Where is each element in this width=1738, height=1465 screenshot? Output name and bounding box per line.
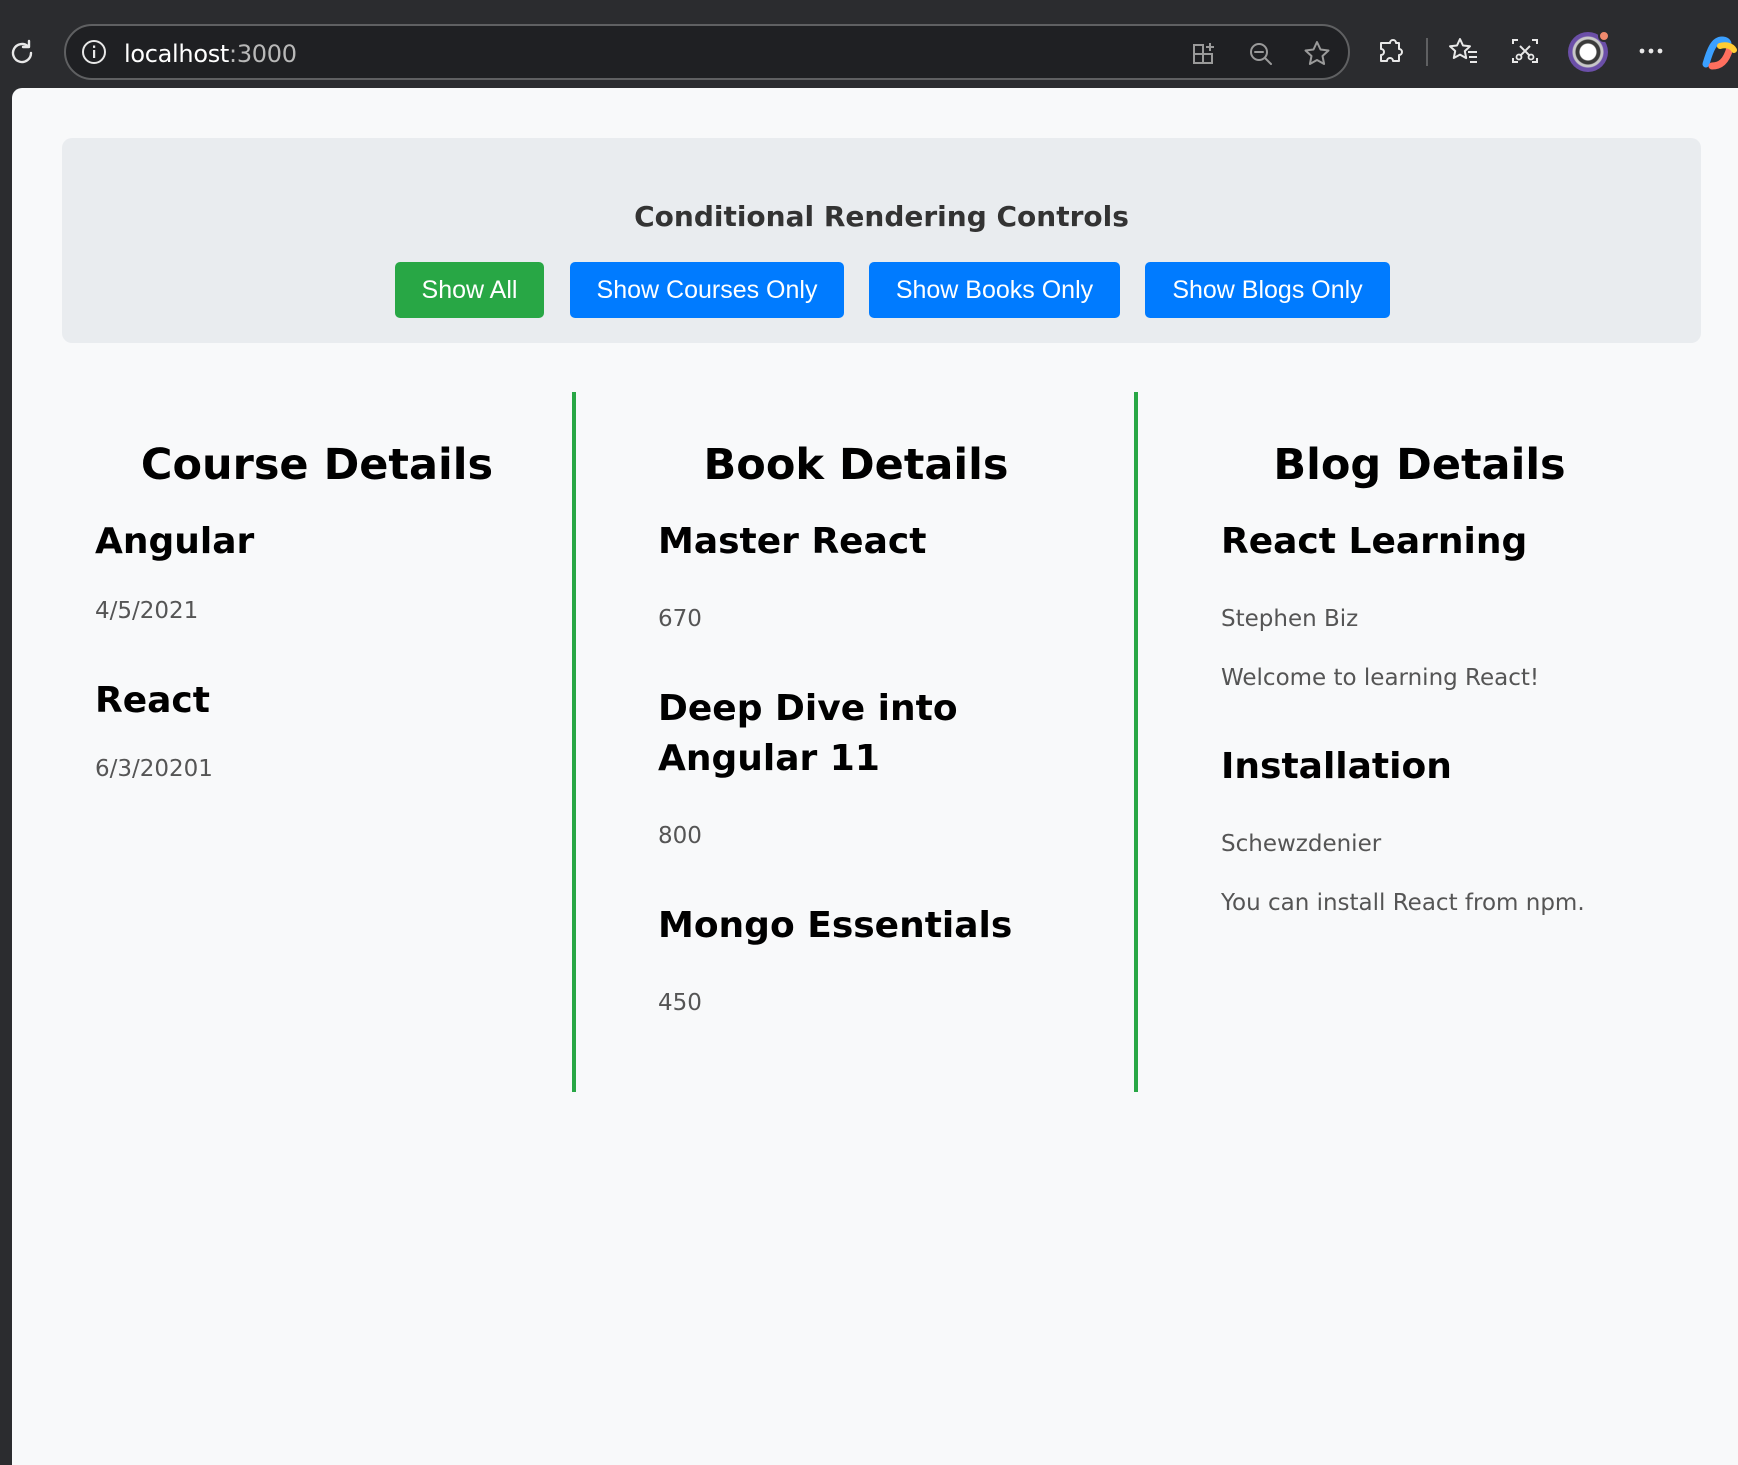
book-name: Deep Dive into Angular 11 [658, 688, 958, 779]
book-price: 800 [658, 823, 702, 849]
blog-title: React Learning [1221, 521, 1528, 562]
favorites-icon[interactable] [1446, 34, 1480, 68]
blog-title: Installation [1221, 746, 1452, 787]
show-books-only-button[interactable]: Show Books Only [869, 262, 1120, 318]
book-price: 450 [658, 990, 702, 1016]
browser-toolbar: localhost:3000 [0, 0, 1738, 88]
controls-panel: Conditional Rendering Controls Show All … [62, 138, 1701, 343]
zoom-out-icon[interactable] [1246, 39, 1276, 69]
extensions-icon[interactable] [1374, 34, 1408, 68]
toolbar-separator [1426, 38, 1428, 66]
copilot-icon[interactable] [1700, 34, 1738, 72]
favorite-star-icon[interactable] [1302, 39, 1332, 69]
book-name: Mongo Essentials [658, 905, 1013, 946]
app-available-icon[interactable] [1190, 39, 1220, 69]
blog-details-section: Blog Details React Learning Stephen Biz … [1138, 392, 1701, 1092]
blog-content: Welcome to learning React! [1221, 665, 1540, 691]
page-viewport: Conditional Rendering Controls Show All … [12, 88, 1738, 1465]
book-details-section: Book Details Master React 670 Deep Dive … [576, 392, 1136, 1092]
screenshot-icon[interactable] [1508, 34, 1542, 68]
blog-author: Schewzdenier [1221, 831, 1382, 857]
show-courses-only-button[interactable]: Show Courses Only [570, 262, 844, 318]
blog-author: Stephen Biz [1221, 606, 1359, 632]
course-details-title: Course Details [140, 440, 494, 490]
more-options-icon[interactable] [1634, 34, 1668, 68]
course-date: 4/5/2021 [95, 598, 199, 624]
blog-details-title: Blog Details [1273, 440, 1566, 490]
controls-title: Conditional Rendering Controls [634, 200, 1129, 233]
reload-icon[interactable] [2, 33, 42, 73]
site-info-icon[interactable] [80, 38, 108, 66]
show-blogs-only-button[interactable]: Show Blogs Only [1145, 262, 1390, 318]
course-name: Angular [95, 521, 255, 562]
course-name: React [95, 680, 210, 721]
show-all-button[interactable]: Show All [395, 262, 544, 318]
course-details-section: Course Details Angular 4/5/2021 React 6/… [62, 392, 572, 1092]
notification-dot-icon [1598, 30, 1610, 42]
book-price: 670 [658, 606, 702, 632]
blog-content: You can install React from npm. [1221, 890, 1585, 916]
address-bar[interactable]: localhost:3000 [64, 24, 1350, 80]
url-text[interactable]: localhost:3000 [124, 40, 297, 68]
course-date: 6/3/20201 [95, 756, 213, 782]
book-details-title: Book Details [703, 440, 1009, 490]
book-name: Master React [658, 521, 927, 562]
